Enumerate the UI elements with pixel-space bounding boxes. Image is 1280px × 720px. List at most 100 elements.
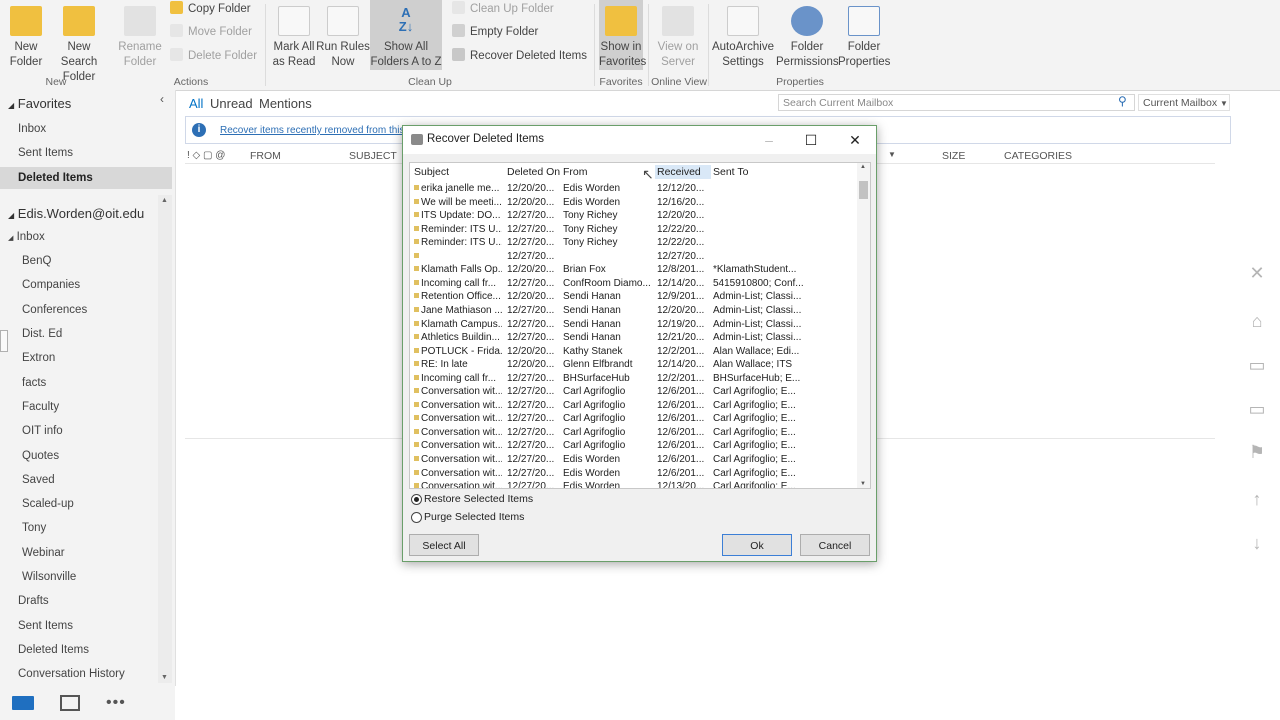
- folder-conversation-history[interactable]: Conversation History: [18, 668, 125, 680]
- col-subject[interactable]: SUBJECT: [349, 150, 397, 162]
- folder-properties-button[interactable]: Folder Properties: [838, 6, 890, 70]
- recover-deleted-items-button[interactable]: Recover Deleted Items: [452, 47, 587, 65]
- scroll-up-icon[interactable]: ▲: [161, 197, 168, 204]
- table-row[interactable]: We will be meeti... 12/20/20... Edis Worde…: [410, 197, 855, 211]
- reply-icon[interactable]: ⌂: [1246, 310, 1268, 332]
- folder-permissions-button[interactable]: Folder Permissions: [776, 6, 839, 70]
- close-icon[interactable]: ✕: [1246, 262, 1268, 284]
- move-icon[interactable]: ▭: [1246, 354, 1268, 376]
- ok-button[interactable]: Ok: [722, 534, 792, 556]
- delete-folder-button[interactable]: Delete Folder: [170, 47, 257, 65]
- table-row[interactable]: Conversation wit... 12/27/20... Carl Agrif…: [410, 427, 855, 441]
- flag-icon[interactable]: ⚑: [1246, 441, 1268, 463]
- folder-inbox[interactable]: ◢ Inbox: [8, 231, 45, 243]
- filter-all[interactable]: All: [189, 96, 203, 111]
- archive-icon[interactable]: ▭: [1246, 398, 1268, 420]
- header-from[interactable]: From: [563, 165, 588, 179]
- deleted-items-list[interactable]: Subject Deleted On From Received Sent To…: [409, 162, 871, 489]
- select-all-button[interactable]: Select All: [409, 534, 479, 556]
- table-row[interactable]: Conversation wit... 12/27/20... Edis Worde…: [410, 481, 855, 488]
- arrow-down-icon[interactable]: ↓: [1246, 532, 1268, 554]
- mail-icon[interactable]: [12, 696, 34, 710]
- table-row[interactable]: Conversation wit... 12/27/20... Edis Worde…: [410, 468, 855, 482]
- table-row[interactable]: Klamath Falls Op... 12/20/20... Brian Fox 1…: [410, 264, 855, 278]
- folder-drafts[interactable]: Drafts: [18, 595, 49, 607]
- header-received[interactable]: Received: [655, 165, 711, 179]
- table-row[interactable]: Klamath Campus... 12/27/20... Sendi Hanan 1…: [410, 319, 855, 333]
- search-input[interactable]: Search Current Mailbox: [778, 94, 1135, 111]
- purge-radio[interactable]: [411, 512, 422, 523]
- copy-folder-button[interactable]: Copy Folder: [170, 0, 251, 18]
- scrollbar-thumb[interactable]: [859, 181, 868, 199]
- table-row[interactable]: Conversation wit... 12/27/20... Carl Agrif…: [410, 413, 855, 427]
- table-row[interactable]: Athletics Buildin... 12/27/20... Sendi Han…: [410, 332, 855, 346]
- new-folder-button[interactable]: New Folder: [4, 6, 48, 70]
- table-row[interactable]: Incoming call fr... 12/27/20... ConfRoom D…: [410, 278, 855, 292]
- scroll-up-icon[interactable]: ▲: [860, 164, 866, 170]
- restore-radio[interactable]: [411, 494, 422, 505]
- pane-grip-handle[interactable]: [0, 330, 8, 352]
- table-row[interactable]: Conversation wit... 12/27/20... Carl Agrif…: [410, 400, 855, 414]
- header-sent-to[interactable]: Sent To: [713, 165, 748, 179]
- recover-items-link[interactable]: Recover items recently removed from this: [220, 125, 405, 136]
- fav-inbox[interactable]: Inbox: [18, 123, 46, 135]
- scroll-down-icon[interactable]: ▼: [860, 481, 866, 487]
- folder-benq[interactable]: BenQ: [22, 255, 51, 267]
- table-row[interactable]: RE: In late 12/20/20... Glenn Elfbrandt 12/…: [410, 359, 855, 373]
- filter-unread[interactable]: Unread: [210, 96, 253, 111]
- fav-sent-items[interactable]: Sent Items: [18, 147, 73, 159]
- table-row[interactable]: Jane Mathiason ... 12/27/20... Sendi Hanan…: [410, 305, 855, 319]
- search-scope-dropdown[interactable]: Current Mailbox ▼: [1138, 94, 1230, 111]
- fav-deleted-items[interactable]: Deleted Items: [0, 167, 172, 189]
- table-row[interactable]: erika janelle me... 12/20/20... Edis Worde…: [410, 183, 855, 197]
- restore-label[interactable]: Restore Selected Items: [424, 493, 533, 505]
- empty-folder-button[interactable]: Empty Folder: [452, 23, 538, 41]
- autoarchive-settings-button[interactable]: AutoArchive Settings: [710, 6, 776, 70]
- mark-all-read-button[interactable]: Mark All as Read: [272, 6, 316, 70]
- col-from[interactable]: FROM: [250, 150, 281, 162]
- folder-saved[interactable]: Saved: [22, 474, 55, 486]
- folder-extron[interactable]: Extron: [22, 352, 55, 364]
- cancel-button[interactable]: Cancel: [800, 534, 870, 556]
- purge-label[interactable]: Purge Selected Items: [424, 511, 524, 523]
- folder-wilsonville[interactable]: Wilsonville: [22, 571, 76, 583]
- calendar-icon[interactable]: [60, 695, 80, 711]
- close-icon[interactable]: ✕: [845, 130, 865, 150]
- show-in-favorites-button[interactable]: Show in Favorites: [599, 0, 646, 70]
- folder-webinar[interactable]: Webinar: [22, 547, 65, 559]
- folder-facts[interactable]: facts: [22, 377, 46, 389]
- view-on-server-button[interactable]: View on Server: [652, 6, 704, 70]
- collapse-pane-icon[interactable]: ‹: [160, 92, 164, 106]
- dialog-title-bar[interactable]: Recover Deleted Items – ☐ ✕: [403, 126, 876, 154]
- table-row[interactable]: Conversation wit... 12/27/20... Edis Worde…: [410, 454, 855, 468]
- folder-conferences[interactable]: Conferences: [22, 304, 87, 316]
- search-icon[interactable]: ⚲: [1118, 94, 1127, 108]
- table-row[interactable]: Conversation wit... 12/27/20... Carl Agrif…: [410, 440, 855, 454]
- table-row[interactable]: Retention Office... 12/20/20... Sendi Hana…: [410, 291, 855, 305]
- table-row[interactable]: Reminder: ITS U... 12/27/20... Tony Richey…: [410, 237, 855, 251]
- folder-sent-items[interactable]: Sent Items: [18, 620, 73, 632]
- folder-dist-ed[interactable]: Dist. Ed: [22, 328, 62, 340]
- new-search-folder-button[interactable]: New Search Folder: [48, 6, 110, 85]
- folder-scaled-up[interactable]: Scaled-up: [22, 498, 74, 510]
- table-row[interactable]: POTLUCK - Frida... 12/20/20... Kathy Stane…: [410, 346, 855, 360]
- clean-up-folder-button[interactable]: Clean Up Folder: [452, 0, 554, 18]
- folder-companies[interactable]: Companies: [22, 279, 80, 291]
- folder-deleted-items[interactable]: Deleted Items: [18, 644, 89, 656]
- move-folder-button[interactable]: Move Folder: [170, 23, 252, 41]
- maximize-icon[interactable]: ☐: [801, 130, 821, 150]
- table-row[interactable]: ITS Update: DO... 12/27/20... Tony Richey 1…: [410, 210, 855, 224]
- scroll-down-icon[interactable]: ▼: [161, 674, 168, 681]
- folder-faculty[interactable]: Faculty: [22, 401, 59, 413]
- folder-pane-scrollbar[interactable]: ▲ ▼: [158, 195, 172, 683]
- rename-folder-button[interactable]: Rename Folder: [116, 6, 164, 70]
- table-row[interactable]: 12/27/20... 12/27/20...: [410, 251, 855, 265]
- table-row[interactable]: Reminder: ITS U... 12/27/20... Tony Richey…: [410, 224, 855, 238]
- arrow-up-icon[interactable]: ↑: [1246, 488, 1268, 510]
- table-row[interactable]: Incoming call fr... 12/27/20... BHSurfaceH…: [410, 373, 855, 387]
- more-icon[interactable]: •••: [106, 694, 126, 712]
- header-subject[interactable]: Subject: [414, 165, 449, 179]
- table-row[interactable]: Conversation wit... 12/27/20... Carl Agrif…: [410, 386, 855, 400]
- list-scrollbar[interactable]: ▲ ▼: [857, 163, 870, 488]
- sort-chevron-icon[interactable]: ▼: [888, 150, 896, 159]
